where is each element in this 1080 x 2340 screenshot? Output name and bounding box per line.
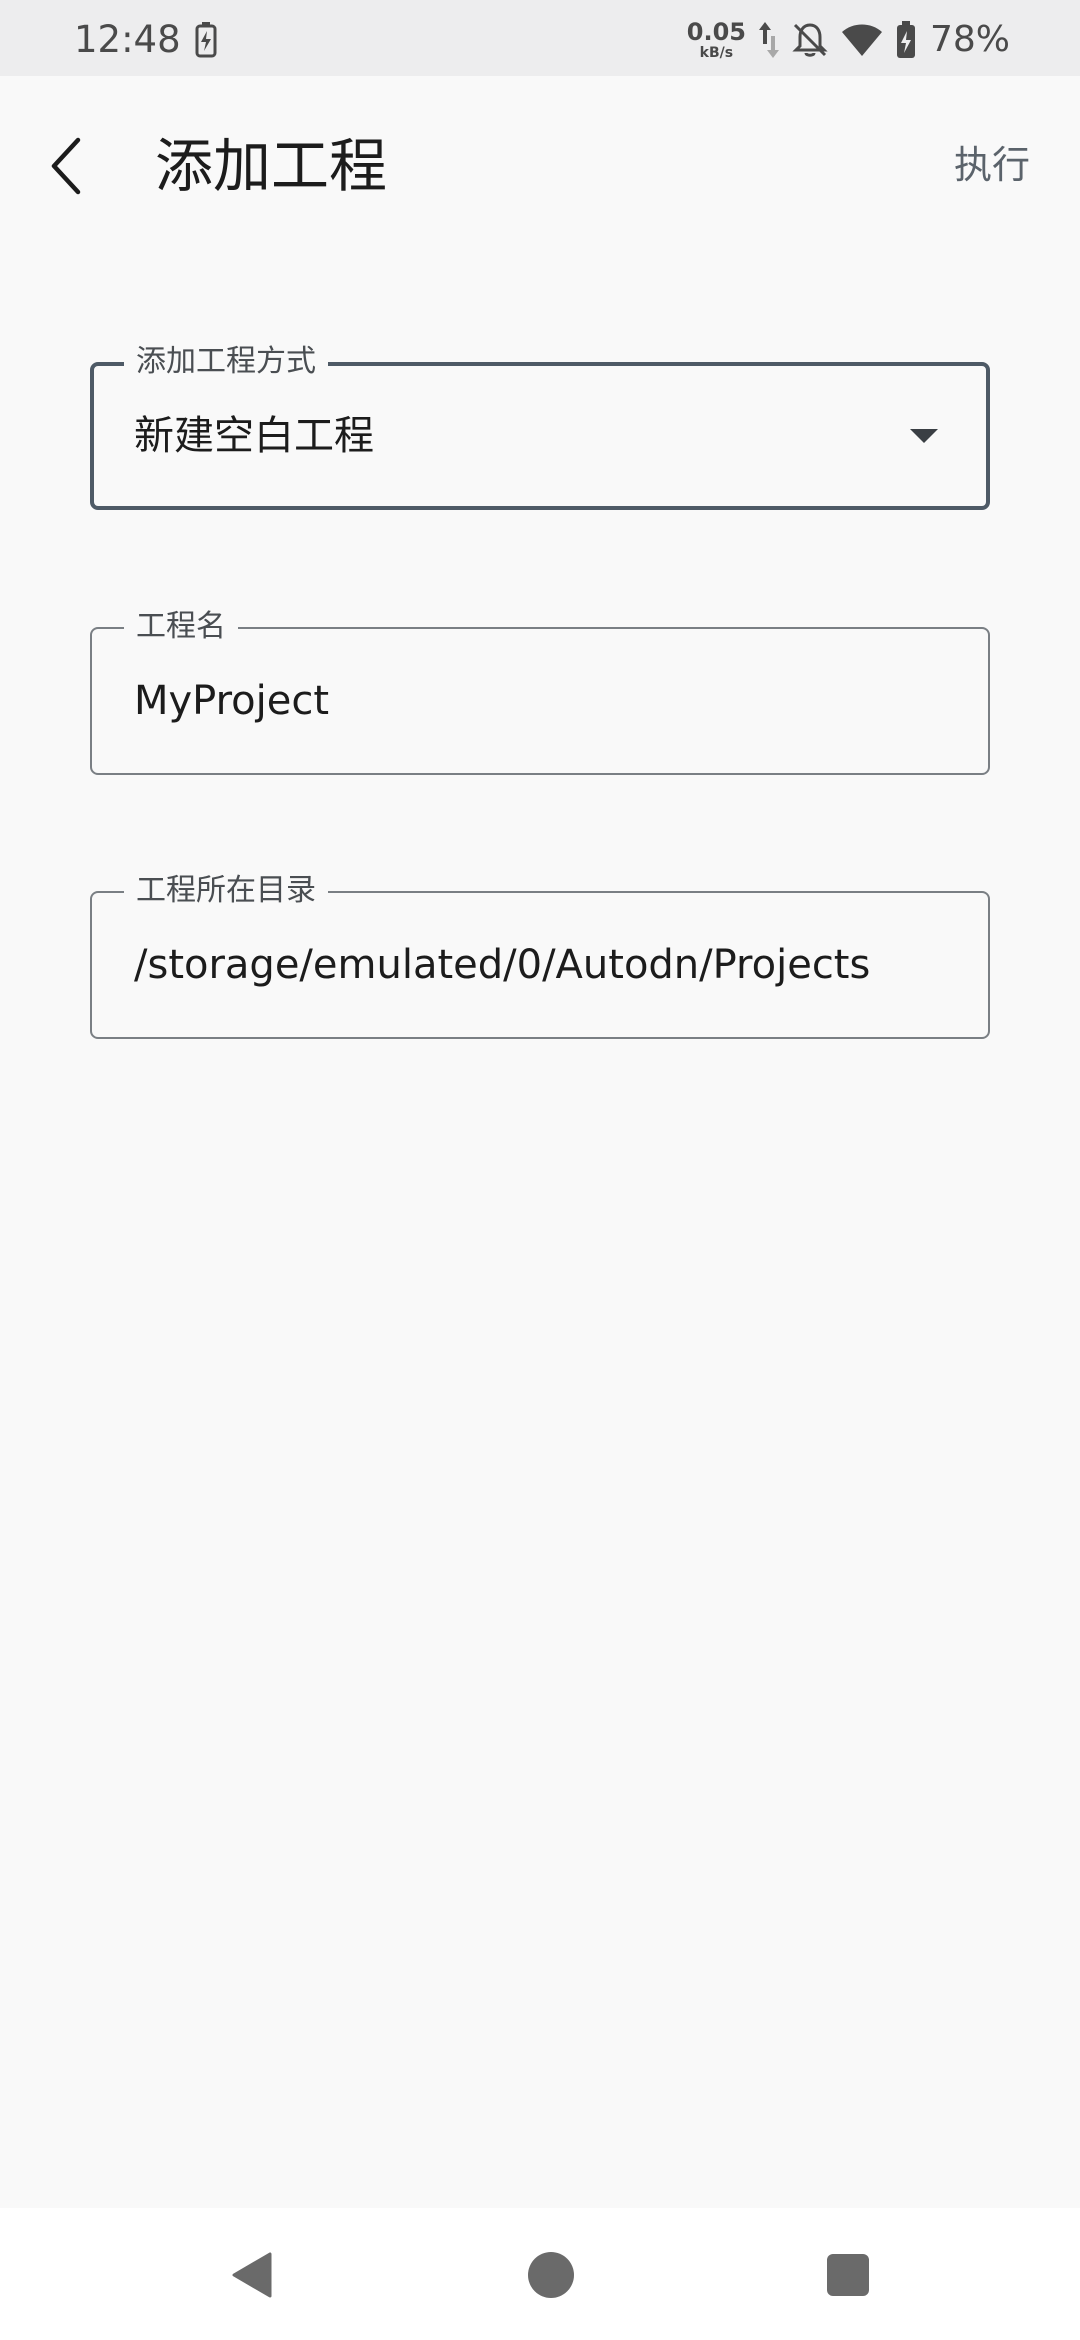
project-directory-input[interactable]: /storage/emulated/0/Autodn/Projects — [134, 938, 870, 992]
status-bar: 12:48 0.05 kB/s 78% — [0, 0, 1080, 76]
triangle-back-icon[interactable] — [230, 2252, 274, 2298]
app-bar: 添加工程 执行 — [0, 76, 1080, 256]
project-name-field[interactable]: 工程名 MyProject — [90, 609, 990, 775]
execute-button[interactable]: 执行 — [954, 138, 1030, 192]
project-name-input[interactable]: MyProject — [134, 674, 329, 728]
battery-icon — [896, 21, 915, 58]
page-title: 添加工程 — [155, 132, 388, 200]
data-transfer-icon — [758, 22, 779, 58]
status-right-group: 0.05 kB/s 78% — [687, 18, 1010, 62]
status-time: 12:48 — [74, 18, 181, 61]
square-recents-icon[interactable] — [827, 2254, 869, 2296]
project-name-label: 工程名 — [124, 609, 238, 645]
network-speed-value: 0.05 — [686, 18, 746, 46]
navigation-bar — [0, 2208, 1080, 2340]
circle-home-icon[interactable] — [528, 2252, 574, 2298]
network-speed-unit: kB/s — [699, 45, 734, 61]
notifications-off-icon — [792, 23, 828, 57]
wifi-icon — [841, 24, 882, 56]
battery-charging-icon — [195, 22, 217, 58]
add-method-label: 添加工程方式 — [124, 344, 328, 380]
add-method-value: 新建空白工程 — [134, 413, 374, 459]
arrow-back-icon — [51, 137, 81, 195]
dropdown-arrow-icon[interactable] — [910, 429, 938, 443]
back-button[interactable] — [40, 126, 92, 206]
network-speed: 0.05 kB/s — [687, 20, 746, 60]
project-directory-label: 工程所在目录 — [124, 873, 328, 909]
battery-percent: 78% — [929, 19, 1010, 60]
project-directory-field[interactable]: 工程所在目录 /storage/emulated/0/Autodn/Projec… — [90, 873, 990, 1039]
add-method-dropdown[interactable]: 添加工程方式 新建空白工程 — [90, 344, 990, 510]
